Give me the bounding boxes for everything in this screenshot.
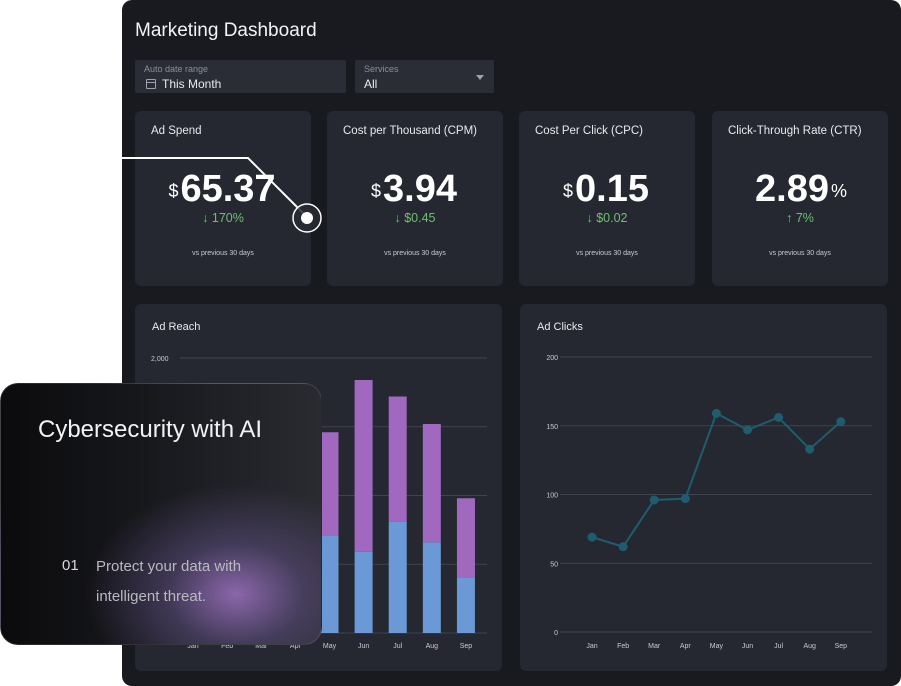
promo-title: Cybersecurity with AI — [38, 416, 263, 443]
callout-marker-dot — [301, 212, 313, 224]
promo-card: Cybersecurity with AI 01 Protect your da… — [0, 383, 322, 645]
callout-line — [122, 157, 307, 217]
promo-item-number: 01 — [62, 557, 79, 574]
promo-item-text: Protect your data with intelligent threa… — [96, 558, 242, 605]
